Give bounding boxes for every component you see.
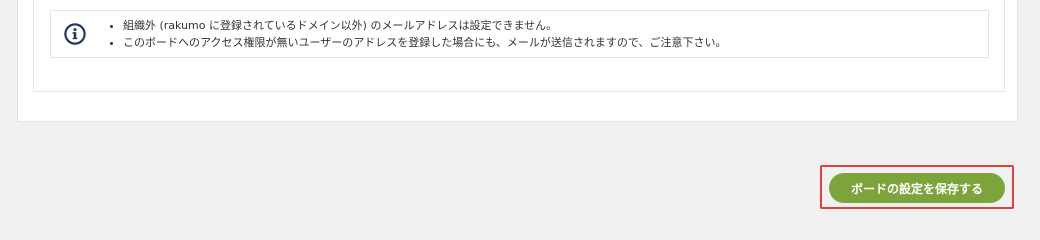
info-notice: 組織外 (rakumo に登録されているドメイン以外) のメールアドレスは設定で… xyxy=(50,10,989,58)
notice-item-external-domain: 組織外 (rakumo に登録されているドメイン以外) のメールアドレスは設定で… xyxy=(123,17,726,34)
notification-settings-section: 組織外 (rakumo に登録されているドメイン以外) のメールアドレスは設定で… xyxy=(33,0,1005,92)
notice-list: 組織外 (rakumo に登録されているドメイン以外) のメールアドレスは設定で… xyxy=(107,17,726,51)
info-circle-icon xyxy=(64,23,86,45)
settings-panel: 組織外 (rakumo に登録されているドメイン以外) のメールアドレスは設定で… xyxy=(17,0,1018,122)
notice-item-access-warning: このボードへのアクセス権限が無いユーザーのアドレスを登録した場合にも、メールが送… xyxy=(123,34,726,51)
save-board-settings-button[interactable]: ボードの設定を保存する xyxy=(829,173,1005,203)
